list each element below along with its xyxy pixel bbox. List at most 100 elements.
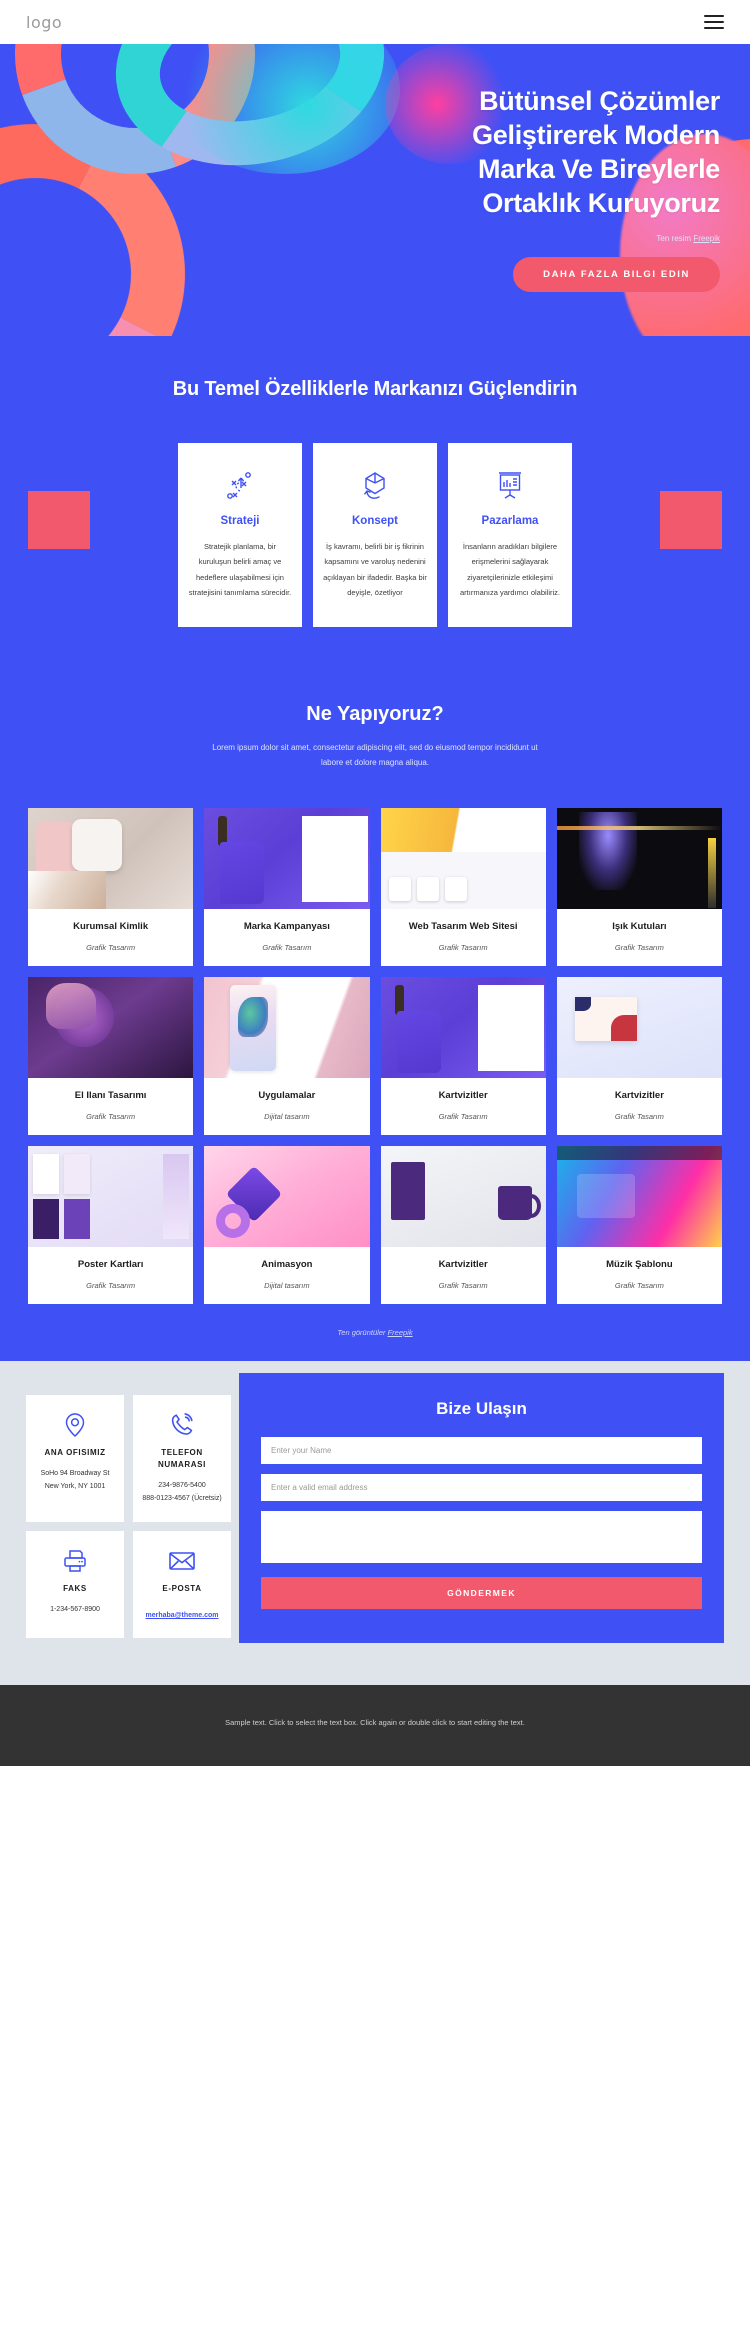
feature-title: Konsept	[352, 515, 398, 527]
site-footer: Sample text. Click to select the text bo…	[0, 1684, 750, 1766]
hamburger-menu-icon[interactable]	[704, 11, 724, 33]
work-subtitle: Lorem ipsum dolor sit amet, consectetur …	[212, 742, 538, 767]
portfolio-item-title: Kartvizitler	[614, 1089, 664, 1101]
portfolio-item-title: Kartvizitler	[438, 1258, 488, 1270]
portfolio-thumbnail[interactable]	[28, 807, 194, 909]
contact-card-line1: SoHo 94 Broadway St	[40, 1469, 110, 1477]
portfolio-meta: Poster Kartları Grafik Tasarım	[28, 1246, 194, 1304]
portfolio-item[interactable]: El Ilanı Tasarımı Grafik Tasarım	[28, 976, 194, 1135]
contact-card-line1: 234-9876-5400	[158, 1481, 206, 1489]
portfolio-item[interactable]: Uygulamalar Dijital tasarım	[204, 976, 370, 1135]
features-section: Bu Temel Özelliklerle Markanızı Güçlendi…	[0, 336, 750, 677]
portfolio-credit-link[interactable]: Freepik	[388, 1328, 413, 1337]
portfolio-item[interactable]: Kartvizitler Grafik Tasarım	[380, 1145, 546, 1304]
portfolio-item-title: Web Tasarım Web Sitesi	[408, 920, 518, 932]
portfolio-meta: Işık Kutuları Grafik Tasarım	[556, 908, 722, 966]
feature-card-konsept[interactable]: Konsept İş kavramı, belirli bir iş fikri…	[313, 443, 437, 627]
portfolio-item-category: Grafik Tasarım	[86, 1111, 136, 1121]
location-pin-icon	[32, 1409, 118, 1441]
portfolio-item-title: El Ilanı Tasarımı	[74, 1089, 147, 1101]
submit-button[interactable]: GÖNDERMEK	[261, 1576, 702, 1609]
features-heading: Bu Temel Özelliklerle Markanızı Güçlendi…	[172, 378, 578, 400]
portfolio-item-category: Grafik Tasarım	[614, 1111, 664, 1121]
hero-cta-button[interactable]: DAHA FAZLA BILGI EDIN	[513, 257, 720, 293]
message-textarea[interactable]	[261, 1510, 702, 1563]
email-input[interactable]	[261, 1473, 702, 1501]
contact-section: ANA OFISIMIZ SoHo 94 Broadway St New Yor…	[0, 1360, 750, 1685]
portfolio-item[interactable]: Poster Kartları Grafik Tasarım	[28, 1145, 194, 1304]
portfolio-item-title: Animasyon	[261, 1258, 313, 1270]
feature-text: Stratejik planlama, bir kuruluşun belirl…	[188, 542, 292, 598]
contact-form-heading: Bize Ulaşın	[436, 1398, 527, 1418]
portfolio-grid: Kurumsal Kimlik Grafik Tasarım Marka Kampa…	[0, 785, 750, 1314]
phone-icon	[139, 1409, 225, 1441]
portfolio-item-title: Kartvizitler	[438, 1089, 488, 1101]
portfolio-item-title: Kurumsal Kimlik	[73, 920, 149, 932]
portfolio-item[interactable]: Işık Kutuları Grafik Tasarım	[556, 807, 722, 966]
portfolio-item[interactable]: Kartvizitler Grafik Tasarım	[556, 976, 722, 1135]
logo[interactable]: logo	[26, 13, 62, 32]
portfolio-item[interactable]: Web Tasarım Web Sitesi Grafik Tasarım	[380, 807, 546, 966]
footer-text: Sample text. Click to select the text bo…	[225, 1717, 525, 1727]
portfolio-item[interactable]: Müzik Şablonu Grafik Tasarım	[556, 1145, 722, 1304]
contact-card-title: TELEFON NUMARASI	[158, 1447, 206, 1469]
portfolio-item-category: Dijital tasarım	[264, 1111, 310, 1121]
feature-title: Pazarlama	[481, 515, 539, 527]
portfolio-thumbnail[interactable]	[380, 976, 546, 1078]
portfolio-item[interactable]: Kurumsal Kimlik Grafik Tasarım	[28, 807, 194, 966]
portfolio-thumbnail[interactable]	[28, 1145, 194, 1247]
portfolio-item-category: Dijital tasarım	[264, 1280, 310, 1290]
hero-title-line-4: Ortaklık Kuruyoruz	[482, 188, 720, 219]
contact-card-office: ANA OFISIMIZ SoHo 94 Broadway St New Yor…	[26, 1394, 124, 1522]
portfolio-item-category: Grafik Tasarım	[614, 1280, 664, 1290]
portfolio-thumbnail[interactable]	[556, 1145, 722, 1247]
portfolio-meta: El Ilanı Tasarımı Grafik Tasarım	[28, 1077, 194, 1135]
contact-card-line2: New York, NY 1001	[44, 1482, 106, 1490]
portfolio-item-title: Uygulamalar	[258, 1089, 316, 1101]
portfolio-item-title: Marka Kampanyası	[243, 920, 330, 932]
portfolio-item-category: Grafik Tasarım	[614, 942, 664, 952]
name-input[interactable]	[261, 1436, 702, 1464]
contact-email-link[interactable]: merhaba@theme.com	[146, 1612, 219, 1619]
contact-form-panel: Bize Ulaşın GÖNDERMEK	[239, 1372, 724, 1643]
portfolio-thumbnail[interactable]	[380, 1145, 546, 1247]
site-header: logo	[0, 0, 750, 44]
portfolio-meta: Web Tasarım Web Sitesi Grafik Tasarım	[380, 908, 546, 966]
portfolio-thumbnail[interactable]	[380, 807, 546, 909]
feature-text: İnsanların aradıkları bilgilere erişmele…	[459, 542, 561, 598]
portfolio-thumbnail[interactable]	[204, 1145, 370, 1247]
hero-title-line-2: Geliştirerek Modern	[472, 120, 720, 151]
portfolio-meta: Kartvizitler Grafik Tasarım	[380, 1246, 546, 1304]
portfolio-thumbnail[interactable]	[556, 976, 722, 1078]
feature-title: Strateji	[220, 515, 260, 527]
portfolio-thumbnail[interactable]	[28, 976, 194, 1078]
portfolio-item-category: Grafik Tasarım	[86, 942, 136, 952]
feature-card-strateji[interactable]: Strateji Stratejik planlama, bir kuruluş…	[178, 443, 302, 627]
portfolio-thumbnail[interactable]	[204, 807, 370, 909]
portfolio-item[interactable]: Kartvizitler Grafik Tasarım	[380, 976, 546, 1135]
hero-title-line-3: Marka Ve Bireylerle	[478, 154, 720, 185]
feature-text: İş kavramı, belirli bir iş fikrinin kaps…	[323, 542, 427, 598]
presentation-chart-icon	[458, 465, 562, 507]
portfolio-item-title: Işık Kutuları	[612, 920, 667, 932]
portfolio-meta: Müzik Şablonu Grafik Tasarım	[556, 1246, 722, 1304]
portfolio-item[interactable]: Animasyon Dijital tasarım	[204, 1145, 370, 1304]
portfolio-item[interactable]: Marka Kampanyası Grafik Tasarım	[204, 807, 370, 966]
portfolio-image-credit: Ten görüntüler Freepik	[0, 1313, 750, 1361]
contact-card-line2: 888-0123-4567 (Ücretsiz)	[142, 1494, 222, 1502]
portfolio-thumbnail[interactable]	[556, 807, 722, 909]
contact-card-title: ANA OFISIMIZ	[44, 1447, 106, 1457]
contact-card-line1: 1-234-567-8900	[50, 1605, 100, 1613]
contact-card-phone: TELEFON NUMARASI 234-9876-5400 888-0123-…	[133, 1394, 231, 1522]
portfolio-thumbnail[interactable]	[204, 976, 370, 1078]
hero-credit-link[interactable]: Freepik	[693, 234, 720, 243]
concept-cube-icon	[323, 465, 427, 507]
envelope-icon	[139, 1545, 225, 1577]
portfolio-item-category: Grafik Tasarım	[438, 1111, 488, 1121]
portfolio-meta: Kartvizitler Grafik Tasarım	[556, 1077, 722, 1135]
feature-card-grid: Strateji Stratejik planlama, bir kuruluş…	[28, 443, 722, 627]
contact-card-email: E-POSTA merhaba@theme.com	[133, 1530, 231, 1638]
portfolio-meta: Marka Kampanyası Grafik Tasarım	[204, 908, 370, 966]
feature-card-pazarlama[interactable]: Pazarlama İnsanların aradıkları bilgiler…	[448, 443, 572, 627]
fax-printer-icon	[32, 1545, 118, 1577]
